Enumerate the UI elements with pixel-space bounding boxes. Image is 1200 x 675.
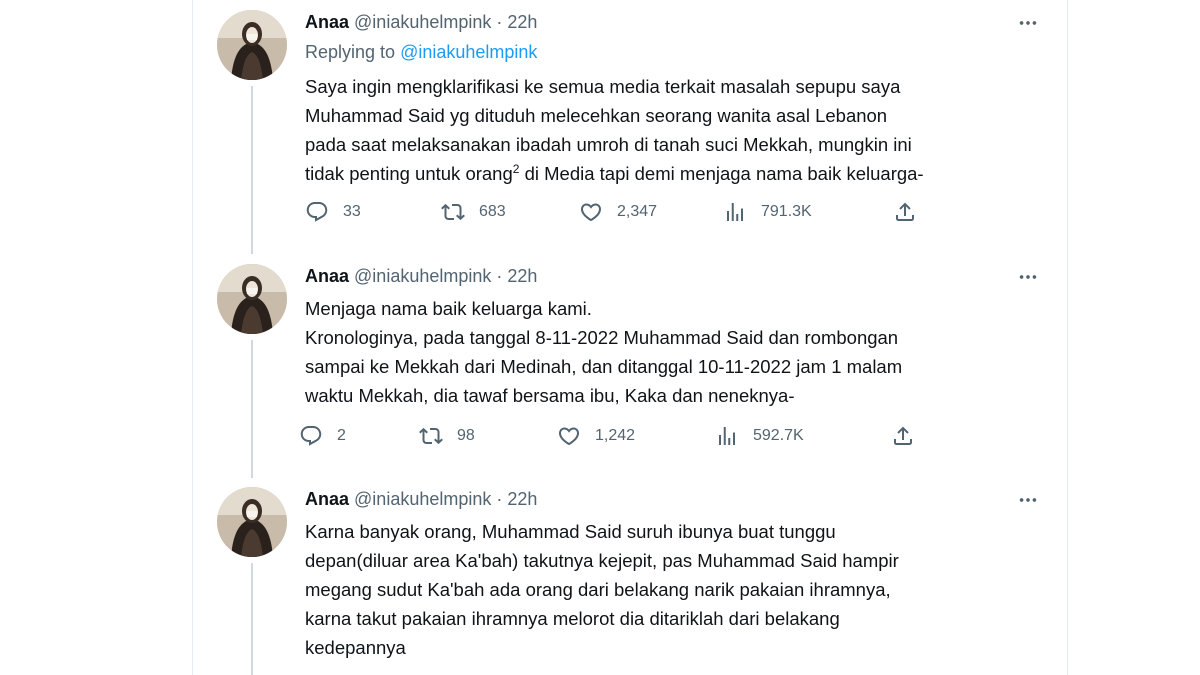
replying-to-mention[interactable]: @iniakuhelmpink bbox=[400, 42, 537, 62]
more-options-button[interactable] bbox=[1015, 266, 1041, 288]
tweet-text-fragment: di Media tapi demi menjaga nama baik kel… bbox=[519, 163, 924, 184]
tweet-text-line: depan(diluar area Ka'bah) takutnya kejep… bbox=[305, 550, 899, 571]
tweet-header: Anaa @iniakuhelmpink · 22h bbox=[305, 487, 537, 511]
more-options-button[interactable] bbox=[1015, 489, 1041, 511]
view-count: 791.3K bbox=[761, 203, 812, 220]
analytics-icon bbox=[723, 200, 747, 224]
display-name[interactable]: Anaa bbox=[305, 266, 349, 286]
user-handle[interactable]: @iniakuhelmpink bbox=[354, 266, 491, 286]
tweet-text-line: Karna banyak orang, Muhammad Said suruh … bbox=[305, 521, 836, 542]
tweet-text-line: Saya ingin mengklarifikasi ke semua medi… bbox=[305, 76, 901, 97]
share-button[interactable] bbox=[891, 424, 915, 448]
tweet-text-line: Menjaga nama baik keluarga kami. bbox=[305, 298, 592, 319]
reply-button[interactable]: 33 bbox=[305, 200, 361, 224]
timestamp[interactable]: 22h bbox=[507, 12, 537, 32]
views-button[interactable]: 791.3K bbox=[723, 200, 812, 224]
like-button[interactable]: 1,242 bbox=[557, 424, 635, 448]
tweet-text-line: megang sudut Ka'bah ada orang dari belak… bbox=[305, 579, 891, 600]
tweet-text-line: kedepannya bbox=[305, 637, 406, 658]
tweet-text: Karna banyak orang, Muhammad Said suruh … bbox=[305, 517, 1045, 662]
tweet-text-line: waktu Mekkah, dia tawaf bersama ibu, Kak… bbox=[305, 385, 795, 406]
separator-dot: · bbox=[496, 489, 503, 509]
share-button[interactable] bbox=[893, 200, 917, 224]
tweet-actions: 33 683 2,347 791.3K bbox=[305, 200, 925, 230]
tweet-text-line: tidak penting untuk orang2 di Media tapi… bbox=[305, 159, 1045, 188]
retweet-button[interactable]: 98 bbox=[419, 424, 475, 448]
more-icon bbox=[1017, 12, 1039, 34]
reply-icon bbox=[299, 424, 323, 448]
retweet-count: 683 bbox=[479, 203, 506, 220]
display-name[interactable]: Anaa bbox=[305, 12, 349, 32]
timestamp[interactable]: 22h bbox=[507, 266, 537, 286]
retweet-icon bbox=[441, 200, 465, 224]
tweet-text-line: pada saat melaksanakan ibadah umroh di t… bbox=[305, 134, 912, 155]
tweet-text-line: karna takut pakaian ihramnya melorot dia… bbox=[305, 608, 840, 629]
heart-icon bbox=[579, 200, 603, 224]
tweet-text: Menjaga nama baik keluarga kami. Kronolo… bbox=[305, 294, 1045, 410]
view-count: 592.7K bbox=[753, 427, 804, 444]
like-button[interactable]: 2,347 bbox=[579, 200, 657, 224]
display-name[interactable]: Anaa bbox=[305, 489, 349, 509]
reply-count: 33 bbox=[343, 203, 361, 220]
reply-icon bbox=[305, 200, 329, 224]
views-button[interactable]: 592.7K bbox=[715, 424, 804, 448]
reply-button[interactable]: 2 bbox=[299, 424, 346, 448]
tweet[interactable]: Anaa @iniakuhelmpink · 22h Karna banyak … bbox=[193, 487, 1067, 675]
retweet-button[interactable]: 683 bbox=[441, 200, 506, 224]
replying-to-label: Replying to bbox=[305, 42, 396, 62]
timeline-column: Anaa @iniakuhelmpink · 22h Replying to @… bbox=[192, 0, 1068, 675]
share-icon bbox=[893, 200, 917, 224]
more-icon bbox=[1017, 266, 1039, 288]
tweet-text-line: Muhammad Said yg dituduh melecehkan seor… bbox=[305, 105, 888, 126]
retweet-count: 98 bbox=[457, 427, 475, 444]
more-icon bbox=[1017, 489, 1039, 511]
tweet-header: Anaa @iniakuhelmpink · 22h bbox=[305, 10, 537, 34]
tweet[interactable]: Anaa @iniakuhelmpink · 22h Replying to @… bbox=[193, 10, 1067, 250]
tweet-text-line: sampai ke Mekkah dari Medinah, dan ditan… bbox=[305, 356, 903, 377]
avatar[interactable] bbox=[217, 487, 287, 557]
timestamp[interactable]: 22h bbox=[507, 489, 537, 509]
tweet-actions: 2 98 1,242 592.7K bbox=[305, 424, 925, 454]
tweet-text-fragment: tidak penting untuk orang bbox=[305, 163, 513, 184]
separator-dot: · bbox=[496, 266, 503, 286]
share-icon bbox=[891, 424, 915, 448]
user-handle[interactable]: @iniakuhelmpink bbox=[354, 12, 491, 32]
analytics-icon bbox=[715, 424, 739, 448]
reply-count: 2 bbox=[337, 427, 346, 444]
like-count: 1,242 bbox=[595, 427, 636, 444]
heart-icon bbox=[557, 424, 581, 448]
avatar[interactable] bbox=[217, 10, 287, 80]
retweet-icon bbox=[419, 424, 443, 448]
like-count: 2,347 bbox=[617, 203, 658, 220]
replying-to: Replying to @iniakuhelmpink bbox=[305, 42, 537, 63]
avatar[interactable] bbox=[217, 264, 287, 334]
tweet-header: Anaa @iniakuhelmpink · 22h bbox=[305, 264, 537, 288]
separator-dot: · bbox=[496, 12, 503, 32]
user-handle[interactable]: @iniakuhelmpink bbox=[354, 489, 491, 509]
tweet-text-line: Kronologinya, pada tanggal 8-11-2022 Muh… bbox=[305, 327, 899, 348]
tweet[interactable]: Anaa @iniakuhelmpink · 22h Menjaga nama … bbox=[193, 264, 1067, 474]
tweet-text: Saya ingin mengklarifikasi ke semua medi… bbox=[305, 72, 1045, 188]
more-options-button[interactable] bbox=[1015, 12, 1041, 34]
